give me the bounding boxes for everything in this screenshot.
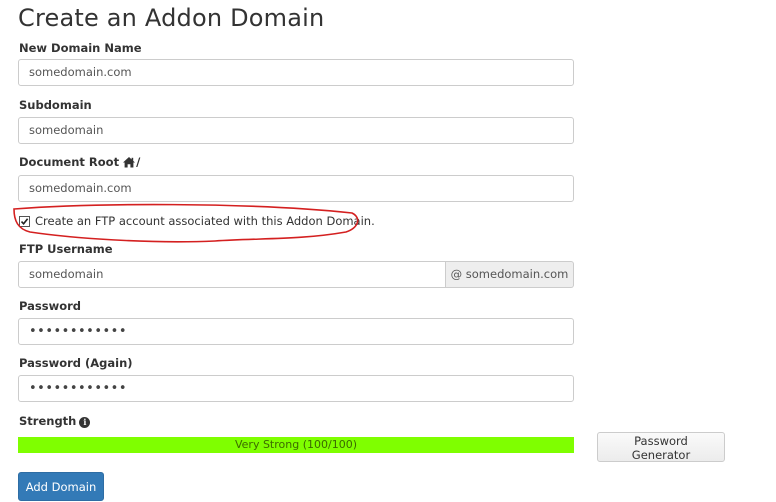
ftp-checkbox-label: Create an FTP account associated with th…	[35, 214, 375, 228]
strength-label: Strength i	[19, 414, 91, 428]
new-domain-label: New Domain Name	[19, 41, 142, 55]
page-title: Create an Addon Domain	[18, 4, 325, 32]
password-input[interactable]: ••••••••••••	[18, 318, 574, 345]
ftp-domain-addon: @ somedomain.com	[446, 261, 574, 288]
password-label: Password	[19, 299, 81, 313]
strength-meter-text: Very Strong (100/100)	[234, 438, 357, 451]
password-generator-button[interactable]: Password Generator	[597, 432, 725, 462]
checkmark-icon	[20, 217, 29, 225]
password-again-input[interactable]: ••••••••••••	[18, 375, 574, 402]
ftp-checkbox-row[interactable]: Create an FTP account associated with th…	[19, 214, 375, 228]
subdomain-input[interactable]: somedomain	[18, 117, 574, 144]
home-icon	[122, 156, 136, 171]
ftp-checkbox[interactable]	[19, 215, 30, 227]
info-icon[interactable]: i	[79, 417, 91, 428]
strength-meter: Very Strong (100/100)	[18, 437, 574, 453]
ftp-username-input[interactable]: somedomain	[18, 261, 446, 288]
document-root-suffix: /	[136, 155, 141, 169]
strength-label-text: Strength	[19, 414, 77, 428]
document-root-input[interactable]: somedomain.com	[18, 175, 574, 202]
document-root-label-text: Document Root	[19, 155, 120, 169]
subdomain-label: Subdomain	[19, 98, 92, 112]
document-root-label: Document Root /	[19, 155, 140, 171]
ftp-username-label: FTP Username	[19, 242, 113, 256]
password-again-label: Password (Again)	[19, 356, 133, 370]
new-domain-input[interactable]: somedomain.com	[18, 59, 574, 86]
add-domain-button[interactable]: Add Domain	[18, 472, 104, 501]
